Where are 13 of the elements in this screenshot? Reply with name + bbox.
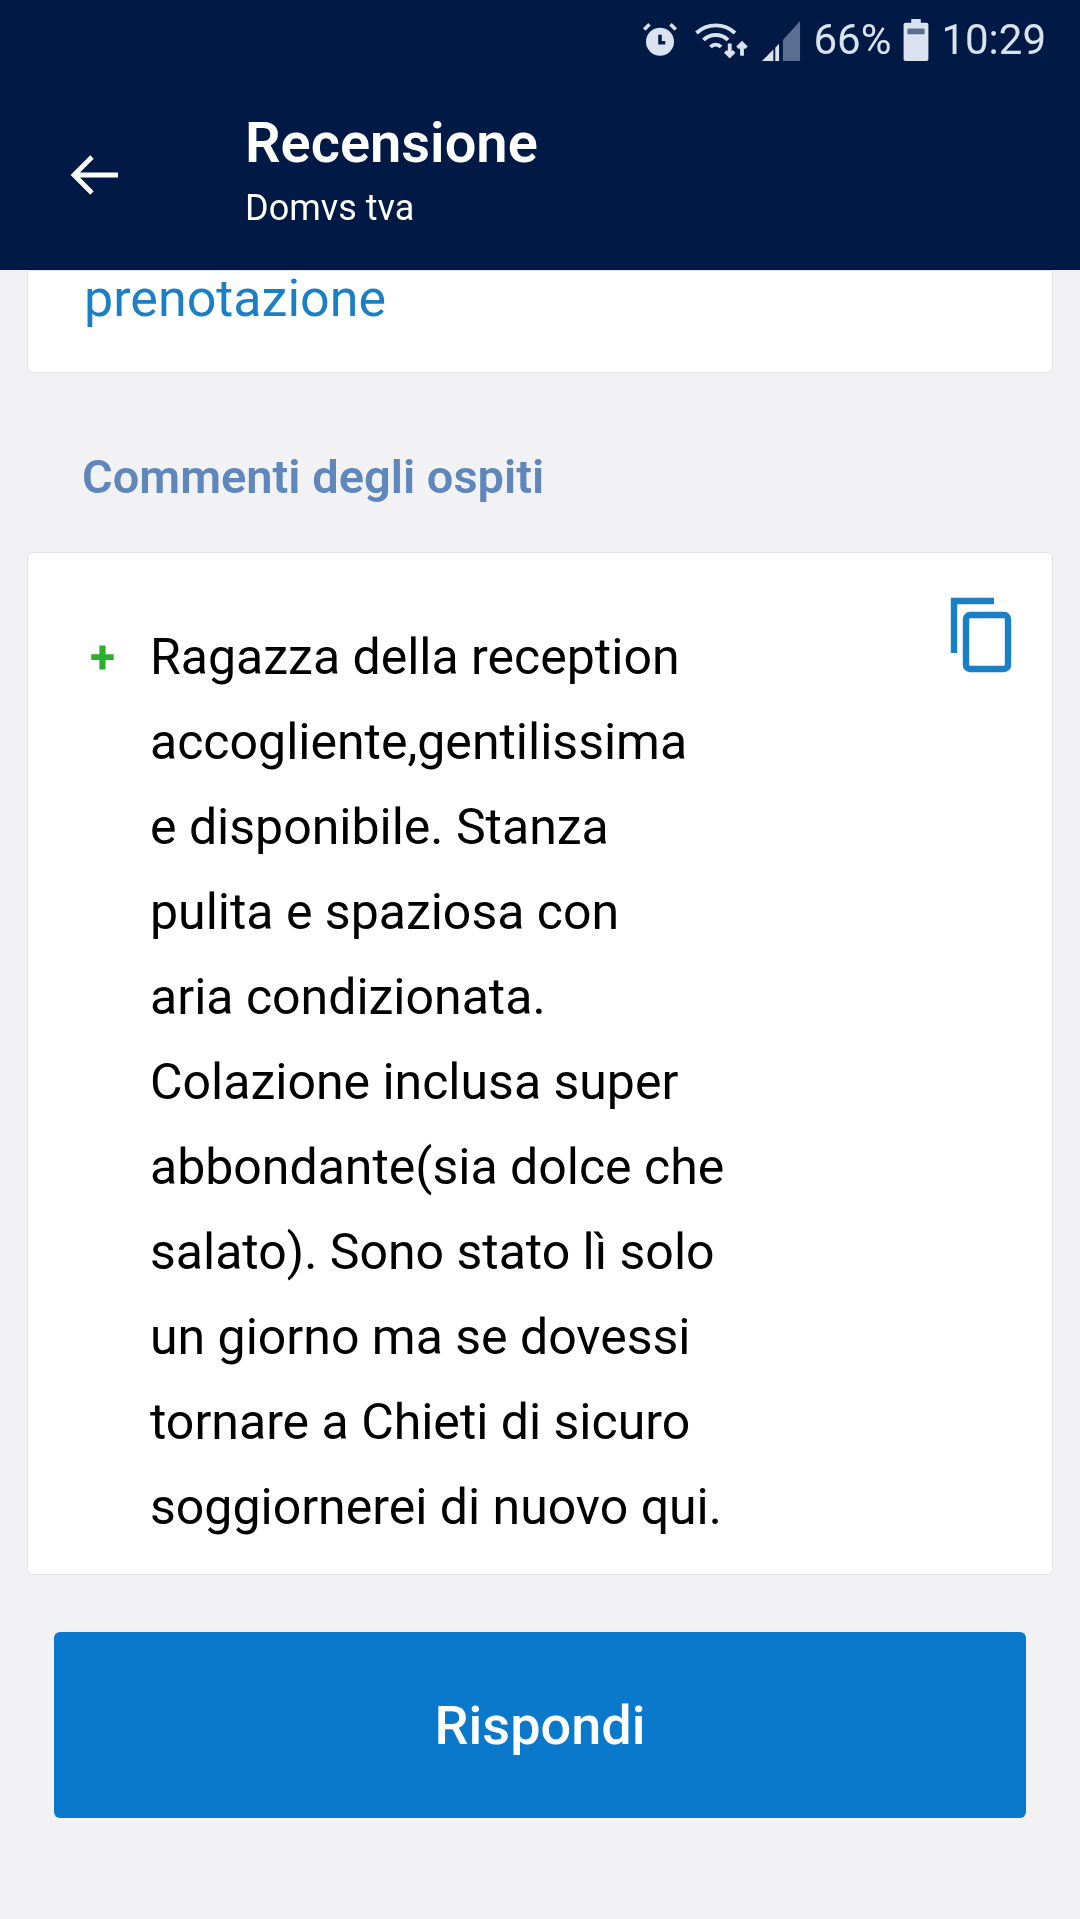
clock: 10:29 <box>941 19 1046 61</box>
screen-subtitle: Domvs tva <box>245 185 416 231</box>
signal-icon <box>761 19 802 61</box>
booking-link[interactable]: prenotazione <box>84 273 386 325</box>
comment-text: Ragazza della reception accogliente,gentilissima e disponibile. Stanza pulita e spaziosa con aria condizionata. Colazione inclusa super abbondante(sia dolce che salato). Sono stato lì solo un giorno ma se dovessi tornare a Chieti di sicuro soggiornerei di nuovo qui. <box>150 627 725 1538</box>
copy-icon <box>950 597 1012 673</box>
battery-icon <box>903 19 930 61</box>
screen-title: Recensione <box>245 108 538 178</box>
reply-button[interactable]: Rispondi <box>54 1632 1026 1818</box>
battery-percentage: 66% <box>813 19 892 61</box>
positive-marker: + <box>90 629 117 686</box>
section-title: Commenti degli ospiti <box>82 453 546 500</box>
back-arrow-icon <box>68 153 120 197</box>
